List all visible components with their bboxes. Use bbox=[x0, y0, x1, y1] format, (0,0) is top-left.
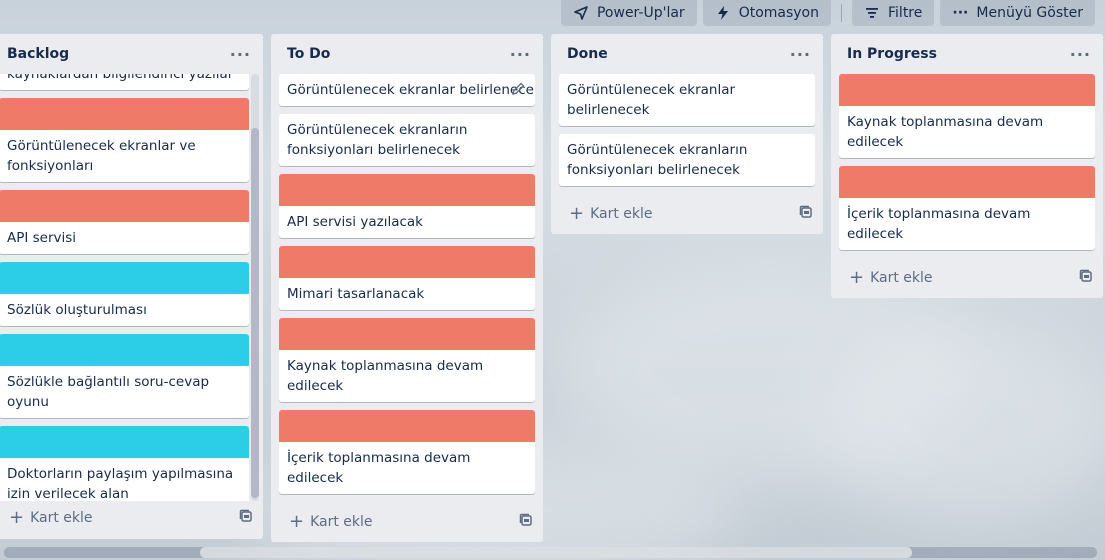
card-list: Görüntülenecek ekranlar belirlenecek Gör… bbox=[551, 74, 823, 186]
add-card-done[interactable]: + Kart ekle bbox=[551, 194, 823, 234]
card-title: İçerik toplanmasına devam edilecek bbox=[287, 450, 471, 486]
card[interactable]: Sözlük oluşturulması bbox=[0, 262, 249, 326]
automation-button[interactable]: Otomasyon bbox=[702, 0, 831, 26]
show-menu-label: Menüyü Göster bbox=[976, 5, 1083, 21]
card-title: Mimari tasarlanacak bbox=[287, 286, 425, 302]
card-title: Görüntülenecek ekranlar belirlenecek bbox=[567, 82, 736, 118]
add-card-label: Kart ekle bbox=[310, 514, 373, 530]
list-done: Done ··· Görüntülenecek ekranlar belirle… bbox=[551, 34, 823, 234]
card-list: Kaynak toplanmasına devam edilecek İçeri… bbox=[831, 74, 1103, 250]
add-card-todo[interactable]: + Kart ekle bbox=[271, 502, 543, 542]
card-title: API servisi yazılacak bbox=[287, 214, 423, 230]
list-title[interactable]: To Do bbox=[287, 46, 330, 62]
lightning-icon bbox=[715, 5, 731, 21]
card-title: Kaynak toplanmasına devam edilecek bbox=[287, 358, 484, 394]
filter-icon bbox=[864, 5, 880, 21]
card-title: Görüntülenecek ekranların fonksiyonları … bbox=[567, 142, 748, 178]
list-scrollbar-thumb[interactable] bbox=[251, 128, 259, 498]
plus-icon: + bbox=[289, 511, 305, 532]
card-title: Doktorların paylaşım yapılmasına izin ve… bbox=[7, 466, 234, 501]
list-backlog: Backlog ··· kaynaklardan bilgilendirici … bbox=[0, 34, 263, 539]
card[interactable]: İçerik toplanmasına devam edilecek bbox=[839, 166, 1095, 250]
card-title: kaynaklardan bilgilendirici yazılar bbox=[7, 74, 234, 82]
card[interactable]: Kaynak toplanmasına devam edilecek bbox=[839, 74, 1095, 158]
list-menu-icon[interactable]: ··· bbox=[790, 45, 811, 64]
add-card-label: Kart ekle bbox=[30, 510, 93, 526]
card[interactable]: İçerik toplanmasına devam edilecek bbox=[279, 410, 535, 494]
plus-icon: + bbox=[849, 267, 865, 288]
card-cover bbox=[0, 262, 249, 294]
card[interactable]: Görüntülenecek ekranlar ve fonksiyonları bbox=[0, 98, 249, 182]
toolbar-divider bbox=[841, 4, 842, 22]
card-title: İçerik toplanmasına devam edilecek bbox=[847, 206, 1031, 242]
card-template-icon[interactable] bbox=[519, 513, 533, 531]
list-title[interactable]: Done bbox=[567, 46, 608, 62]
list-menu-icon[interactable]: ··· bbox=[1070, 45, 1091, 64]
card[interactable]: Kaynak toplanmasına devam edilecek bbox=[279, 318, 535, 402]
list-menu-icon[interactable]: ··· bbox=[230, 45, 251, 64]
plus-icon: + bbox=[569, 203, 585, 224]
card-title: API servisi bbox=[7, 230, 77, 246]
card-cover bbox=[0, 426, 249, 458]
list-header-backlog: Backlog ··· bbox=[0, 34, 263, 74]
list-scrollbar[interactable] bbox=[251, 74, 259, 501]
card-title: Görüntülenecek ekranlar belirlenecek bbox=[287, 82, 535, 98]
card-template-icon[interactable] bbox=[1079, 269, 1093, 287]
card-title: Sözlük oluşturulması bbox=[7, 302, 147, 318]
card-title: Sözlükle bağlantılı soru-cevap oyunu bbox=[7, 374, 210, 410]
card[interactable]: Sözlükle bağlantılı soru-cevap oyunu bbox=[0, 334, 249, 418]
add-card-label: Kart ekle bbox=[590, 206, 653, 222]
board-scrollbar-thumb[interactable] bbox=[200, 547, 912, 558]
card[interactable]: Görüntülenecek ekranlar belirlenecek bbox=[279, 74, 535, 106]
card-cover bbox=[279, 246, 535, 278]
list-header-todo: To Do ··· bbox=[271, 34, 543, 74]
list-header-done: Done ··· bbox=[551, 34, 823, 74]
rocket-icon bbox=[573, 5, 589, 21]
card-cover bbox=[0, 190, 249, 222]
list-menu-icon[interactable]: ··· bbox=[510, 45, 531, 64]
automation-label: Otomasyon bbox=[738, 5, 819, 21]
card-cover bbox=[279, 318, 535, 350]
list-title[interactable]: Backlog bbox=[7, 46, 69, 62]
card-cover bbox=[839, 166, 1095, 198]
card-list: Görüntülenecek ekranlar belirlenecek Gör… bbox=[271, 74, 543, 494]
card-template-icon[interactable] bbox=[239, 509, 253, 527]
add-card-label: Kart ekle bbox=[870, 270, 933, 286]
more-dots-icon: ··· bbox=[952, 5, 969, 21]
list-todo: To Do ··· Görüntülenecek ekranlar belirl… bbox=[271, 34, 543, 542]
list-cards-viewport: kaynaklardan bilgilendirici yazılar Görü… bbox=[0, 74, 263, 501]
list-in-progress: In Progress ··· Kaynak toplanmasına deva… bbox=[831, 34, 1103, 298]
card-cover bbox=[279, 174, 535, 206]
list-header-in-progress: In Progress ··· bbox=[831, 34, 1103, 74]
powerups-label: Power-Up'lar bbox=[596, 5, 685, 21]
card[interactable]: Görüntülenecek ekranlar belirlenecek bbox=[559, 74, 815, 126]
powerups-button[interactable]: Power-Up'lar bbox=[560, 0, 697, 26]
card-title: Görüntülenecek ekranlar ve fonksiyonları bbox=[7, 138, 196, 174]
list-title[interactable]: In Progress bbox=[847, 46, 937, 62]
add-card-backlog[interactable]: + Kart ekle bbox=[0, 501, 263, 535]
card[interactable]: API servisi yazılacak bbox=[279, 174, 535, 238]
board-horizontal-scrollbar[interactable] bbox=[4, 547, 1097, 558]
filter-label: Filtre bbox=[888, 5, 923, 21]
card-list: kaynaklardan bilgilendirici yazılar Görü… bbox=[0, 74, 249, 501]
add-card-in-progress[interactable]: + Kart ekle bbox=[831, 258, 1103, 298]
card[interactable]: Mimari tasarlanacak bbox=[279, 246, 535, 310]
card-title: Kaynak toplanmasına devam edilecek bbox=[847, 114, 1044, 150]
card-cover bbox=[839, 74, 1095, 106]
card-template-icon[interactable] bbox=[799, 205, 813, 223]
card[interactable]: Görüntülenecek ekranların fonksiyonları … bbox=[279, 114, 535, 166]
plus-icon: + bbox=[9, 507, 25, 528]
card-cover bbox=[0, 98, 249, 130]
show-menu-button[interactable]: ··· Menüyü Göster bbox=[940, 0, 1095, 26]
pencil-icon[interactable] bbox=[511, 82, 527, 98]
filter-button[interactable]: Filtre bbox=[852, 0, 935, 26]
card-cover bbox=[0, 334, 249, 366]
card[interactable]: Doktorların paylaşım yapılmasına izin ve… bbox=[0, 426, 249, 501]
card-cover bbox=[279, 410, 535, 442]
card[interactable]: Görüntülenecek ekranların fonksiyonları … bbox=[559, 134, 815, 186]
card[interactable]: kaynaklardan bilgilendirici yazılar bbox=[0, 74, 249, 90]
board-toolbar: Power-Up'lar Otomasyon Filtre ··· Menüyü… bbox=[560, 0, 1095, 26]
card[interactable]: API servisi bbox=[0, 190, 249, 254]
card-title: Görüntülenecek ekranların fonksiyonları … bbox=[287, 122, 468, 158]
